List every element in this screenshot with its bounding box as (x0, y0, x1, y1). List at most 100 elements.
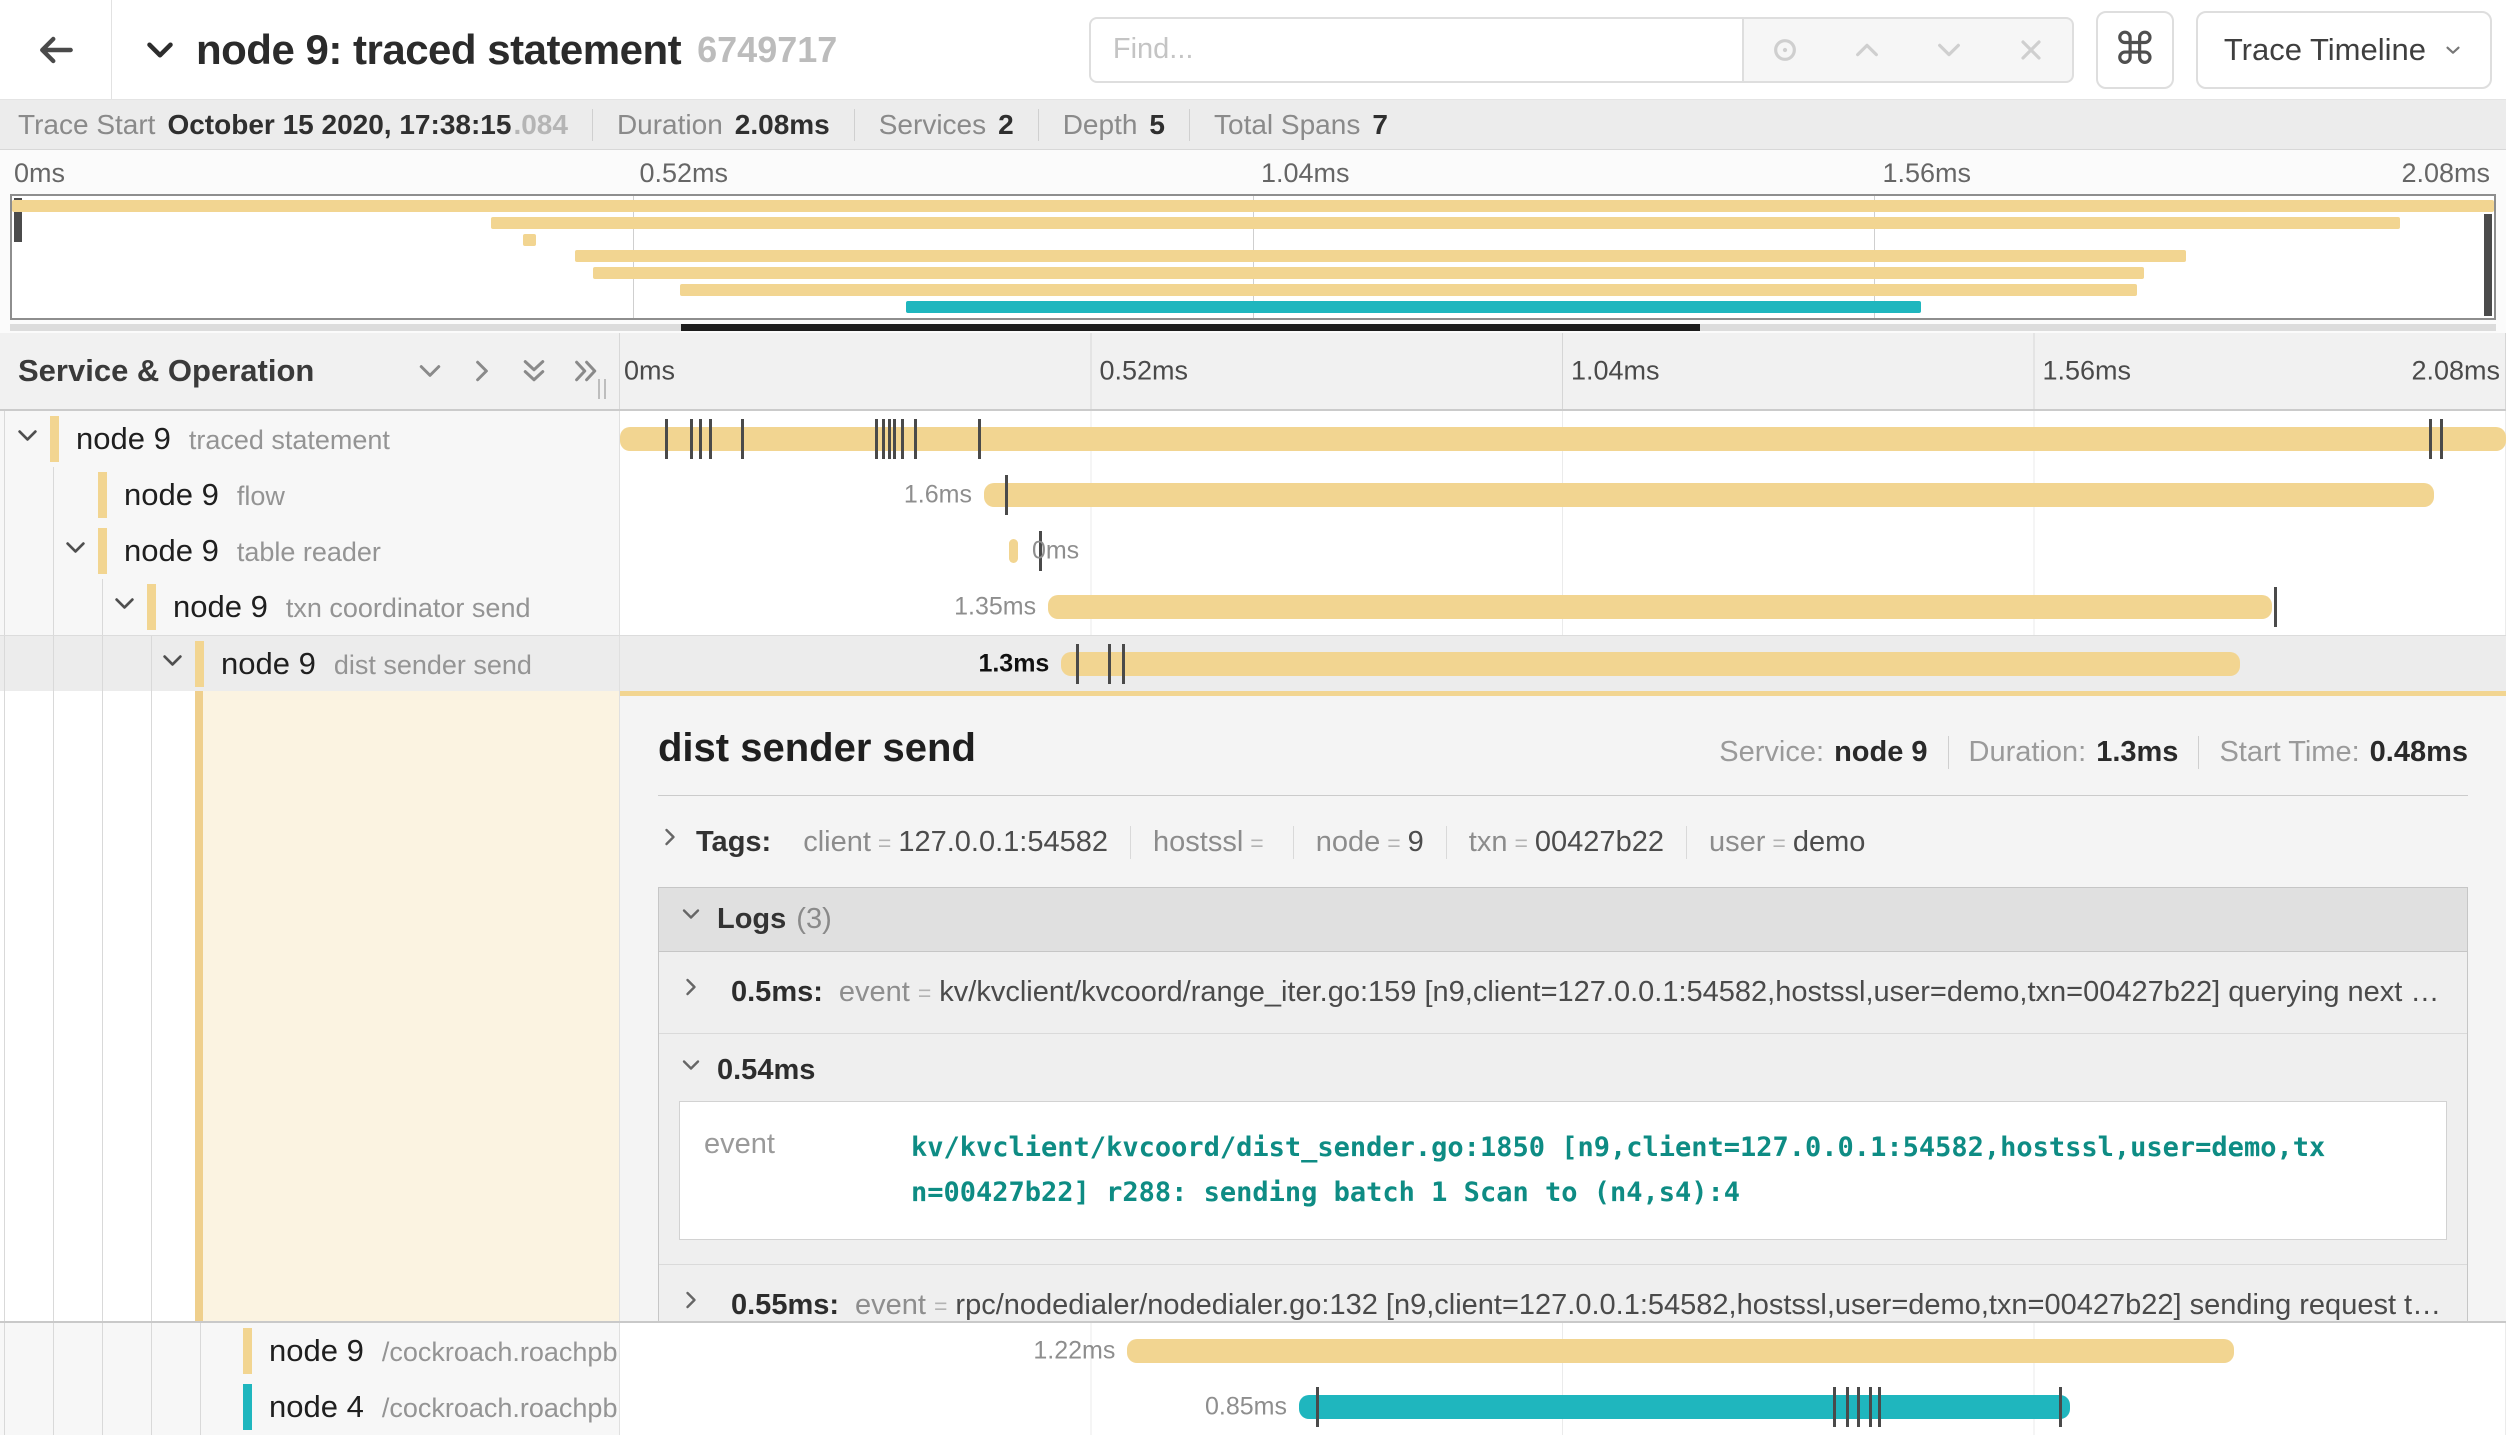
timeline-ruler: 0ms0.52ms1.04ms1.56ms2.08ms (620, 333, 2506, 409)
chevron-down-icon (679, 1053, 703, 1077)
span-timeline-cell[interactable]: 1.6ms (620, 467, 2506, 523)
span-timeline-cell[interactable]: 1.22ms (620, 1323, 2506, 1379)
logs-count: (3) (796, 903, 831, 936)
span-name-text: node 9/cockroach.roachpb.l… (269, 1333, 619, 1369)
logs-section: Logs (3) 0.5ms:event=kv/kvclient/kvcoord… (658, 887, 2468, 1321)
chevron-down-icon[interactable] (1933, 34, 1965, 66)
span-name-cell[interactable]: node 9txn coordinator send (0, 579, 620, 635)
span-row: node 9dist sender send1.3ms (0, 635, 2506, 691)
span-log-tick (1857, 1387, 1860, 1427)
trace-title-wrap: node 9: traced statement 6749717 (142, 26, 837, 74)
collapse-controls (415, 356, 601, 386)
collapse-one-icon[interactable] (415, 356, 445, 386)
span-name-cell[interactable]: node 9/cockroach.roachpb.l… (0, 1323, 620, 1379)
span-log-tick (893, 419, 896, 459)
service-name: node 4 (269, 1389, 364, 1425)
span-collapse-chevron-icon[interactable] (62, 534, 89, 568)
minimap-span-bar (12, 200, 2494, 212)
span-collapse-chevron-icon[interactable] (111, 590, 138, 624)
log-toggle-header[interactable]: 0.54ms (659, 1034, 2467, 1095)
trace-view-label: Trace Timeline (2224, 32, 2426, 68)
span-name-cell[interactable]: node 9flow (0, 467, 620, 523)
span-log-tick (665, 419, 668, 459)
tree-guide-line (151, 636, 152, 691)
span-log-tick (888, 419, 891, 459)
tag-equals: = (878, 830, 891, 857)
span-log-tick (690, 419, 693, 459)
span-row: node 9/cockroach.roachpb.l…1.22ms (0, 1323, 2506, 1379)
minimap-span-bar (680, 284, 2137, 296)
timeline-minimap: 0ms0.52ms1.04ms1.56ms2.08ms (0, 150, 2506, 333)
chevron-down-icon[interactable] (142, 32, 178, 68)
span-name-cell[interactable]: node 4/cockroach.roachpb.l… (0, 1379, 620, 1435)
minimap-canvas[interactable] (10, 194, 2496, 320)
span-duration-bar[interactable] (1127, 1339, 2234, 1363)
span-detail-indent (0, 691, 620, 1321)
operation-name: /cockroach.roachpb.l… (382, 1337, 619, 1368)
collapse-all-icon[interactable] (519, 356, 549, 386)
span-collapse-chevron-icon[interactable] (14, 422, 41, 456)
divider (658, 795, 2468, 796)
tag-key: node (1316, 826, 1381, 859)
tree-guide-line (102, 691, 103, 1321)
minimap-scrollbar[interactable] (10, 324, 2496, 331)
locate-icon[interactable] (1769, 34, 1801, 66)
keyboard-shortcuts-button[interactable]: ⌘ (2096, 11, 2174, 89)
log-field-value: kv/kvclient/kvcoord/range_iter.go:159 [n… (939, 976, 2447, 1009)
span-duration-bar[interactable] (1009, 539, 1018, 563)
span-duration-bar[interactable] (1048, 595, 2272, 619)
tree-guide-line (102, 1323, 103, 1379)
span-name-cell[interactable]: node 9traced statement (0, 411, 620, 467)
minimap-right-handle[interactable] (2484, 214, 2492, 316)
ruler-tick-label: 1.56ms (2043, 356, 2132, 387)
back-button[interactable] (0, 0, 112, 99)
span-duration-bar[interactable] (1061, 652, 2240, 676)
expand-all-icon[interactable] (571, 356, 601, 386)
span-log-tick (1846, 1387, 1849, 1427)
meta-label: Trace Start (18, 109, 155, 141)
span-duration-bar[interactable] (1299, 1395, 2070, 1419)
span-collapse-chevron-icon[interactable] (159, 647, 186, 681)
service-name: node 9 (124, 533, 219, 569)
trace-view-selector[interactable]: Trace Timeline (2196, 11, 2492, 89)
logs-body: 0.5ms:event=kv/kvclient/kvcoord/range_it… (659, 952, 2467, 1321)
log-timestamp: 0.55ms: (731, 1289, 839, 1321)
tags-toggle-row[interactable]: Tags: client=127.0.0.1:54582hostssl=node… (658, 826, 2468, 859)
column-resizer-grip[interactable] (598, 379, 606, 399)
expand-one-icon[interactable] (467, 356, 497, 386)
log-field-key: event (839, 976, 910, 1009)
log-entry-row[interactable]: 0.55ms:event=rpc/nodedialer/nodedialer.g… (659, 1264, 2467, 1321)
span-log-tick (1108, 644, 1111, 684)
span-name-text: node 9flow (124, 477, 285, 513)
service-name: node 9 (76, 421, 171, 457)
span-duration-bar[interactable] (984, 483, 2434, 507)
span-log-tick (1833, 1387, 1836, 1427)
ruler-tick-label: 2.08ms (2401, 158, 2490, 189)
close-icon[interactable] (2015, 34, 2047, 66)
chevron-right-icon (658, 825, 682, 849)
span-timeline-cell[interactable]: 1.35ms (620, 579, 2506, 635)
tags-label: Tags: (696, 826, 771, 859)
span-timeline-cell[interactable]: 1.3ms (620, 636, 2506, 691)
span-log-tick (978, 419, 981, 459)
find-controls (1744, 17, 2074, 83)
chevron-up-icon[interactable] (1851, 34, 1883, 66)
span-timeline-cell[interactable]: 0ms (620, 523, 2506, 579)
span-timeline-cell[interactable]: 0.85ms (620, 1379, 2506, 1435)
tree-guide-line (4, 523, 5, 579)
minimap-scroll-thumb[interactable] (681, 324, 1700, 331)
logs-toggle-header[interactable]: Logs (3) (659, 888, 2467, 952)
span-timeline-cell[interactable] (620, 411, 2506, 467)
ruler-tick-label: 0ms (624, 356, 675, 387)
find-input[interactable] (1089, 17, 1744, 83)
tag-value: demo (1793, 826, 1866, 859)
tree-guide-line (4, 1379, 5, 1435)
span-name-cell[interactable]: node 9dist sender send (0, 636, 620, 691)
tag-key: client (803, 826, 871, 859)
span-log-tick (2440, 419, 2443, 459)
log-entry-row[interactable]: 0.5ms:event=kv/kvclient/kvcoord/range_it… (659, 952, 2467, 1033)
span-name-cell[interactable]: node 9table reader (0, 523, 620, 579)
operation-name: dist sender send (334, 650, 532, 681)
operation-name: /cockroach.roachpb.l… (382, 1393, 619, 1424)
tag-value: 127.0.0.1:54582 (898, 826, 1108, 859)
